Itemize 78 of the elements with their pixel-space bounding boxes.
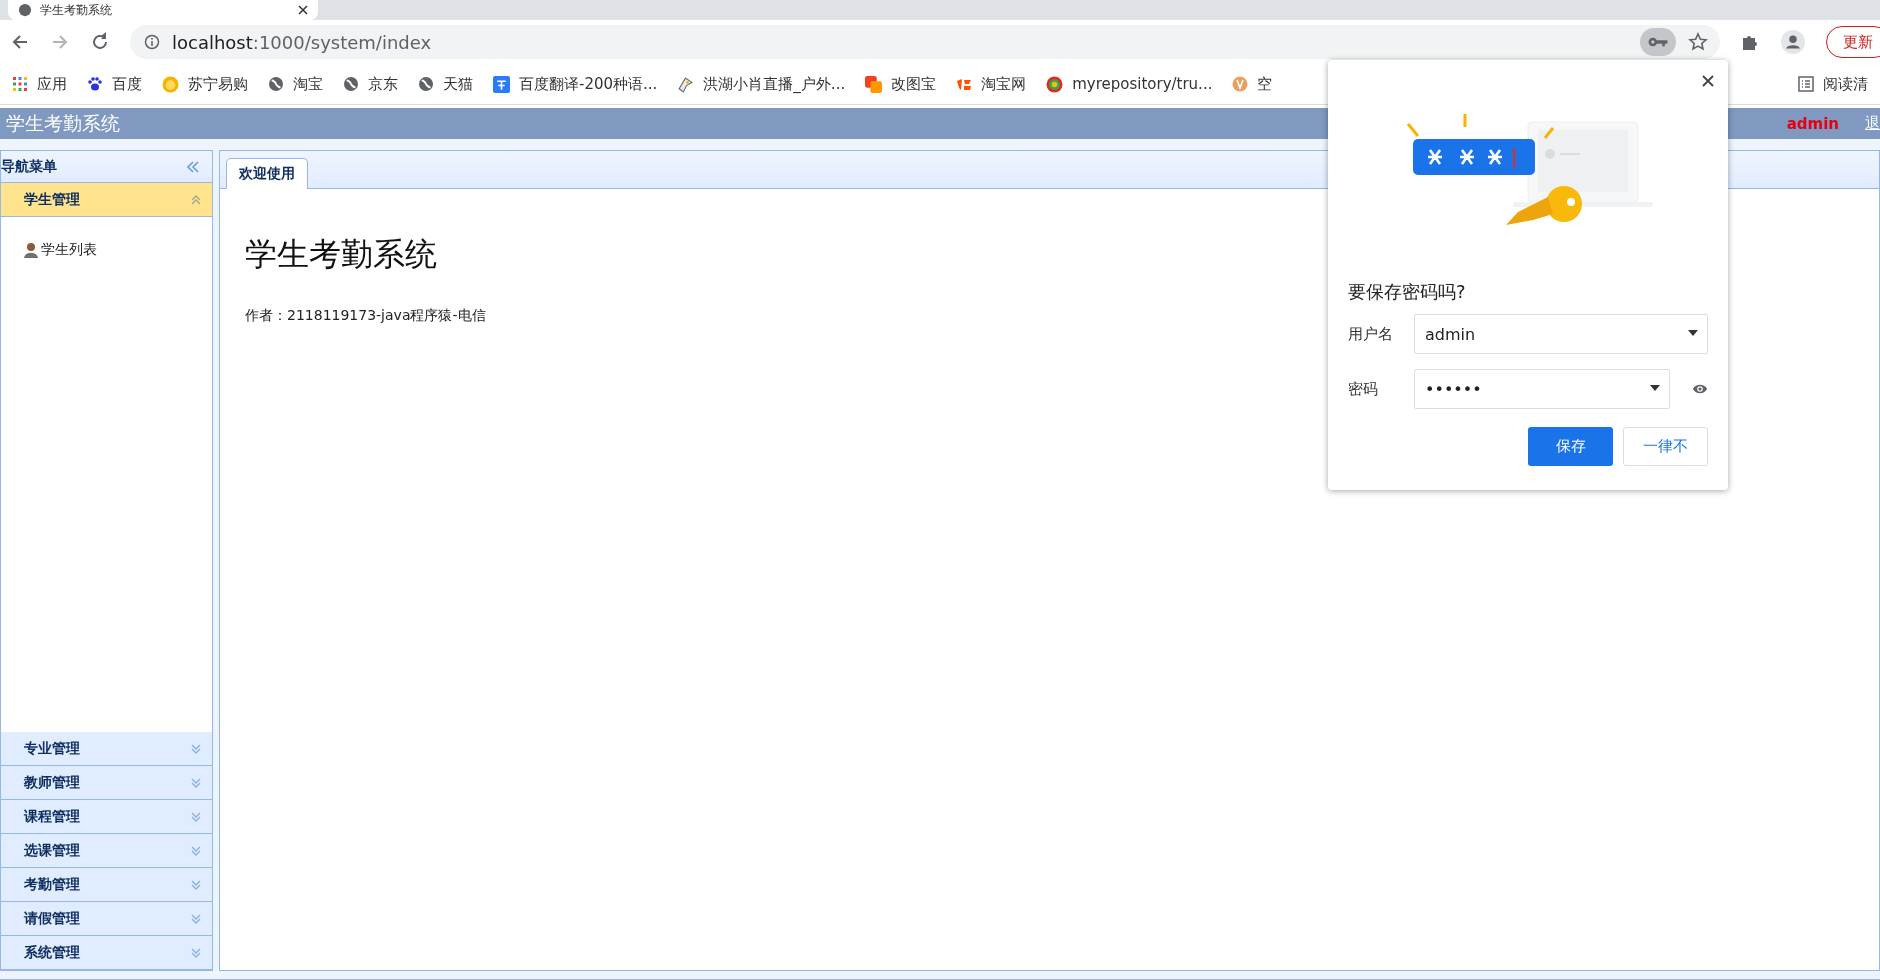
username-field[interactable]: admin bbox=[1414, 314, 1708, 354]
bookmark-label: 天猫 bbox=[443, 74, 473, 94]
chevron-down-icon bbox=[190, 946, 202, 959]
bookmark-label: 空 bbox=[1257, 74, 1273, 94]
field-label: 密码 bbox=[1348, 379, 1379, 399]
field-label: 用户名 bbox=[1348, 324, 1394, 344]
chevron-down-icon bbox=[190, 810, 202, 823]
browser-tab-title: 学生考勤系统 bbox=[40, 1, 113, 19]
accordion-header[interactable]: 教师管理 bbox=[1, 766, 212, 800]
bookmark-label: myrepository/tru... bbox=[1072, 75, 1213, 93]
chevron-down-icon bbox=[190, 844, 202, 857]
accordion-header[interactable]: 请假管理 bbox=[1, 902, 212, 936]
collapse-icon[interactable] bbox=[186, 160, 200, 173]
bookmark-label: 淘宝网 bbox=[981, 74, 1027, 94]
info-icon bbox=[144, 34, 160, 50]
never-button[interactable]: 一律不 bbox=[1623, 427, 1708, 466]
translate-icon bbox=[493, 75, 510, 93]
apps-grid-icon bbox=[12, 76, 28, 92]
profile-icon[interactable] bbox=[1780, 29, 1806, 55]
close-icon[interactable] bbox=[1702, 75, 1714, 87]
bookmark-label: 改图宝 bbox=[891, 74, 937, 94]
url-text: localhost:1000/system/index bbox=[172, 31, 432, 53]
bookmark-label: 淘宝 bbox=[293, 74, 323, 94]
bookmark[interactable]: 百度 bbox=[87, 74, 142, 94]
bookmark[interactable]: 淘宝网 bbox=[956, 74, 1027, 94]
chevron-down-icon bbox=[190, 878, 202, 891]
address-bar[interactable]: localhost:1000/system/index bbox=[130, 25, 1720, 59]
bookmark-label: 洪湖小肖直播_户外... bbox=[703, 74, 846, 94]
author-text: 作者：2118119173-java程序猿-电信 bbox=[245, 307, 486, 325]
bookmark[interactable]: 空 bbox=[1232, 74, 1273, 94]
bookmark-label: 苏宁易购 bbox=[188, 74, 248, 94]
bookmark[interactable]: 洪湖小肖直播_户外... bbox=[677, 74, 846, 94]
reload-icon[interactable] bbox=[90, 32, 110, 52]
dropdown-icon bbox=[1650, 385, 1660, 391]
dropdown-icon bbox=[1688, 330, 1698, 336]
bookmark-label: 百度翻译-200种语... bbox=[519, 74, 658, 94]
page-heading: 学生考勤系统 bbox=[245, 234, 437, 275]
dialog-title: 要保存密码吗? bbox=[1348, 280, 1467, 304]
bookmark[interactable]: 京东 bbox=[343, 74, 398, 94]
brush-stroke-icon bbox=[956, 76, 973, 92]
chevron-down-icon bbox=[190, 742, 202, 755]
bookmark-label: 应用 bbox=[37, 74, 67, 94]
bookmark-label: 京东 bbox=[368, 74, 398, 94]
password-field[interactable]: •••••• bbox=[1414, 369, 1670, 409]
bookmark[interactable]: 百度翻译-200种语... bbox=[493, 74, 658, 94]
accordion-header[interactable]: 系统管理 bbox=[1, 936, 212, 970]
accordion-header[interactable]: 课程管理 bbox=[1, 800, 212, 834]
person-icon bbox=[23, 242, 39, 258]
page-tab[interactable]: 欢迎使用 bbox=[226, 158, 308, 189]
chevron-down-icon bbox=[190, 912, 202, 925]
star-icon[interactable] bbox=[1688, 32, 1708, 52]
bookmark[interactable]: 应用 bbox=[12, 74, 67, 94]
bookmark[interactable]: 苏宁易购 bbox=[162, 74, 248, 94]
reading-list-button[interactable]: 阅读清 bbox=[1798, 74, 1868, 94]
paw-icon bbox=[87, 76, 103, 92]
key-icon[interactable] bbox=[1640, 28, 1676, 56]
chevron-up-icon bbox=[190, 193, 202, 206]
bookmark[interactable]: 天猫 bbox=[418, 74, 473, 94]
bookmark[interactable]: 改图宝 bbox=[865, 74, 937, 94]
user-name: admin bbox=[1786, 114, 1839, 133]
sidebar-title: 导航菜单 bbox=[1, 157, 57, 176]
bookmark[interactable]: myrepository/tru... bbox=[1046, 75, 1213, 93]
save-button[interactable]: 保存 bbox=[1528, 427, 1613, 466]
accordion-header[interactable]: 考勤管理 bbox=[1, 868, 212, 902]
app-title: 学生考勤系统 bbox=[6, 110, 120, 136]
list-icon bbox=[1798, 76, 1814, 92]
accordion-header[interactable]: 选课管理 bbox=[1, 834, 212, 868]
browser-tab[interactable]: 学生考勤系统 bbox=[8, 0, 318, 20]
accordion-header[interactable]: 学生管理 bbox=[1, 183, 212, 217]
squares-icon bbox=[865, 75, 883, 93]
bookmark[interactable]: 淘宝 bbox=[268, 74, 323, 94]
bookmark-label: 百度 bbox=[112, 74, 142, 94]
update-button[interactable]: 更新 bbox=[1826, 26, 1880, 58]
chevron-down-icon bbox=[190, 776, 202, 789]
accordion-header[interactable]: 专业管理 bbox=[1, 732, 212, 766]
eye-icon[interactable] bbox=[1692, 382, 1708, 396]
close-icon[interactable] bbox=[298, 5, 308, 15]
menu-item[interactable]: 学生列表 bbox=[23, 241, 190, 259]
